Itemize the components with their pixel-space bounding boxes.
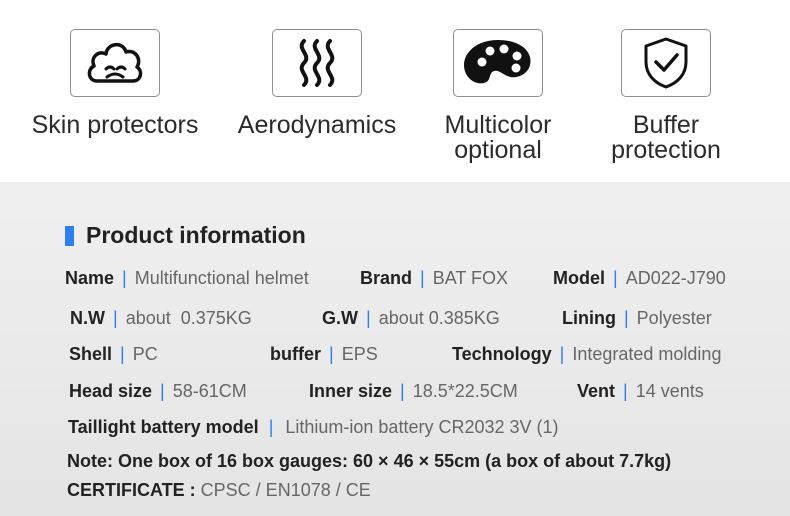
cloud-face-icon (70, 29, 160, 97)
feature-buffer-protection: Buffer protection (581, 29, 751, 163)
spec-buffer: buffer | EPS (270, 344, 378, 364)
box-note: Note: One box of 16 box gauges: 60 × 46 … (67, 451, 672, 471)
title-accent-bar (65, 225, 74, 246)
feature-label: Aerodynamics (237, 111, 397, 139)
shield-check-icon (621, 29, 711, 97)
spec-shell: Shell | PC (69, 344, 158, 364)
feature-label: Skin protectors (31, 111, 199, 139)
palette-icon (453, 29, 543, 97)
spec-gw: G.W | about 0.385KG (322, 308, 500, 328)
spec-brand: Brand | BAT FOX (360, 268, 509, 288)
spec-technology: Technology | Integrated molding (452, 344, 722, 364)
spec-name: Name | Multifunctional helmet (65, 268, 309, 288)
spec-lining: Lining | Polyester (562, 308, 712, 328)
feature-skin-protectors: Skin protectors (30, 29, 200, 138)
product-info-title: Product information (65, 222, 306, 249)
spec-vent: Vent | 14 vents (577, 381, 704, 401)
spec-inner-size: Inner size | 18.5*22.5CM (309, 381, 518, 401)
spec-head-size: Head size | 58-61CM (69, 381, 247, 401)
features-panel: Skin protectors Aerodynamics Multicolor … (0, 0, 790, 182)
feature-label: Multicolor optional (444, 111, 552, 164)
spec-model: Model | AD022-J790 (553, 268, 726, 288)
feature-label: Buffer protection (611, 111, 721, 164)
section-title-text: Product information (86, 222, 306, 248)
spec-battery: Taillight battery model | Lithium-ion batt… (68, 417, 559, 437)
feature-multicolor: Multicolor optional (413, 29, 583, 163)
feature-aerodynamics: Aerodynamics (232, 29, 402, 138)
spec-nw: N.W | about 0.375KG (70, 308, 252, 328)
certificate: CERTIFICATE : CPSC / EN1078 / CE (67, 480, 371, 500)
airflow-icon (272, 29, 362, 97)
